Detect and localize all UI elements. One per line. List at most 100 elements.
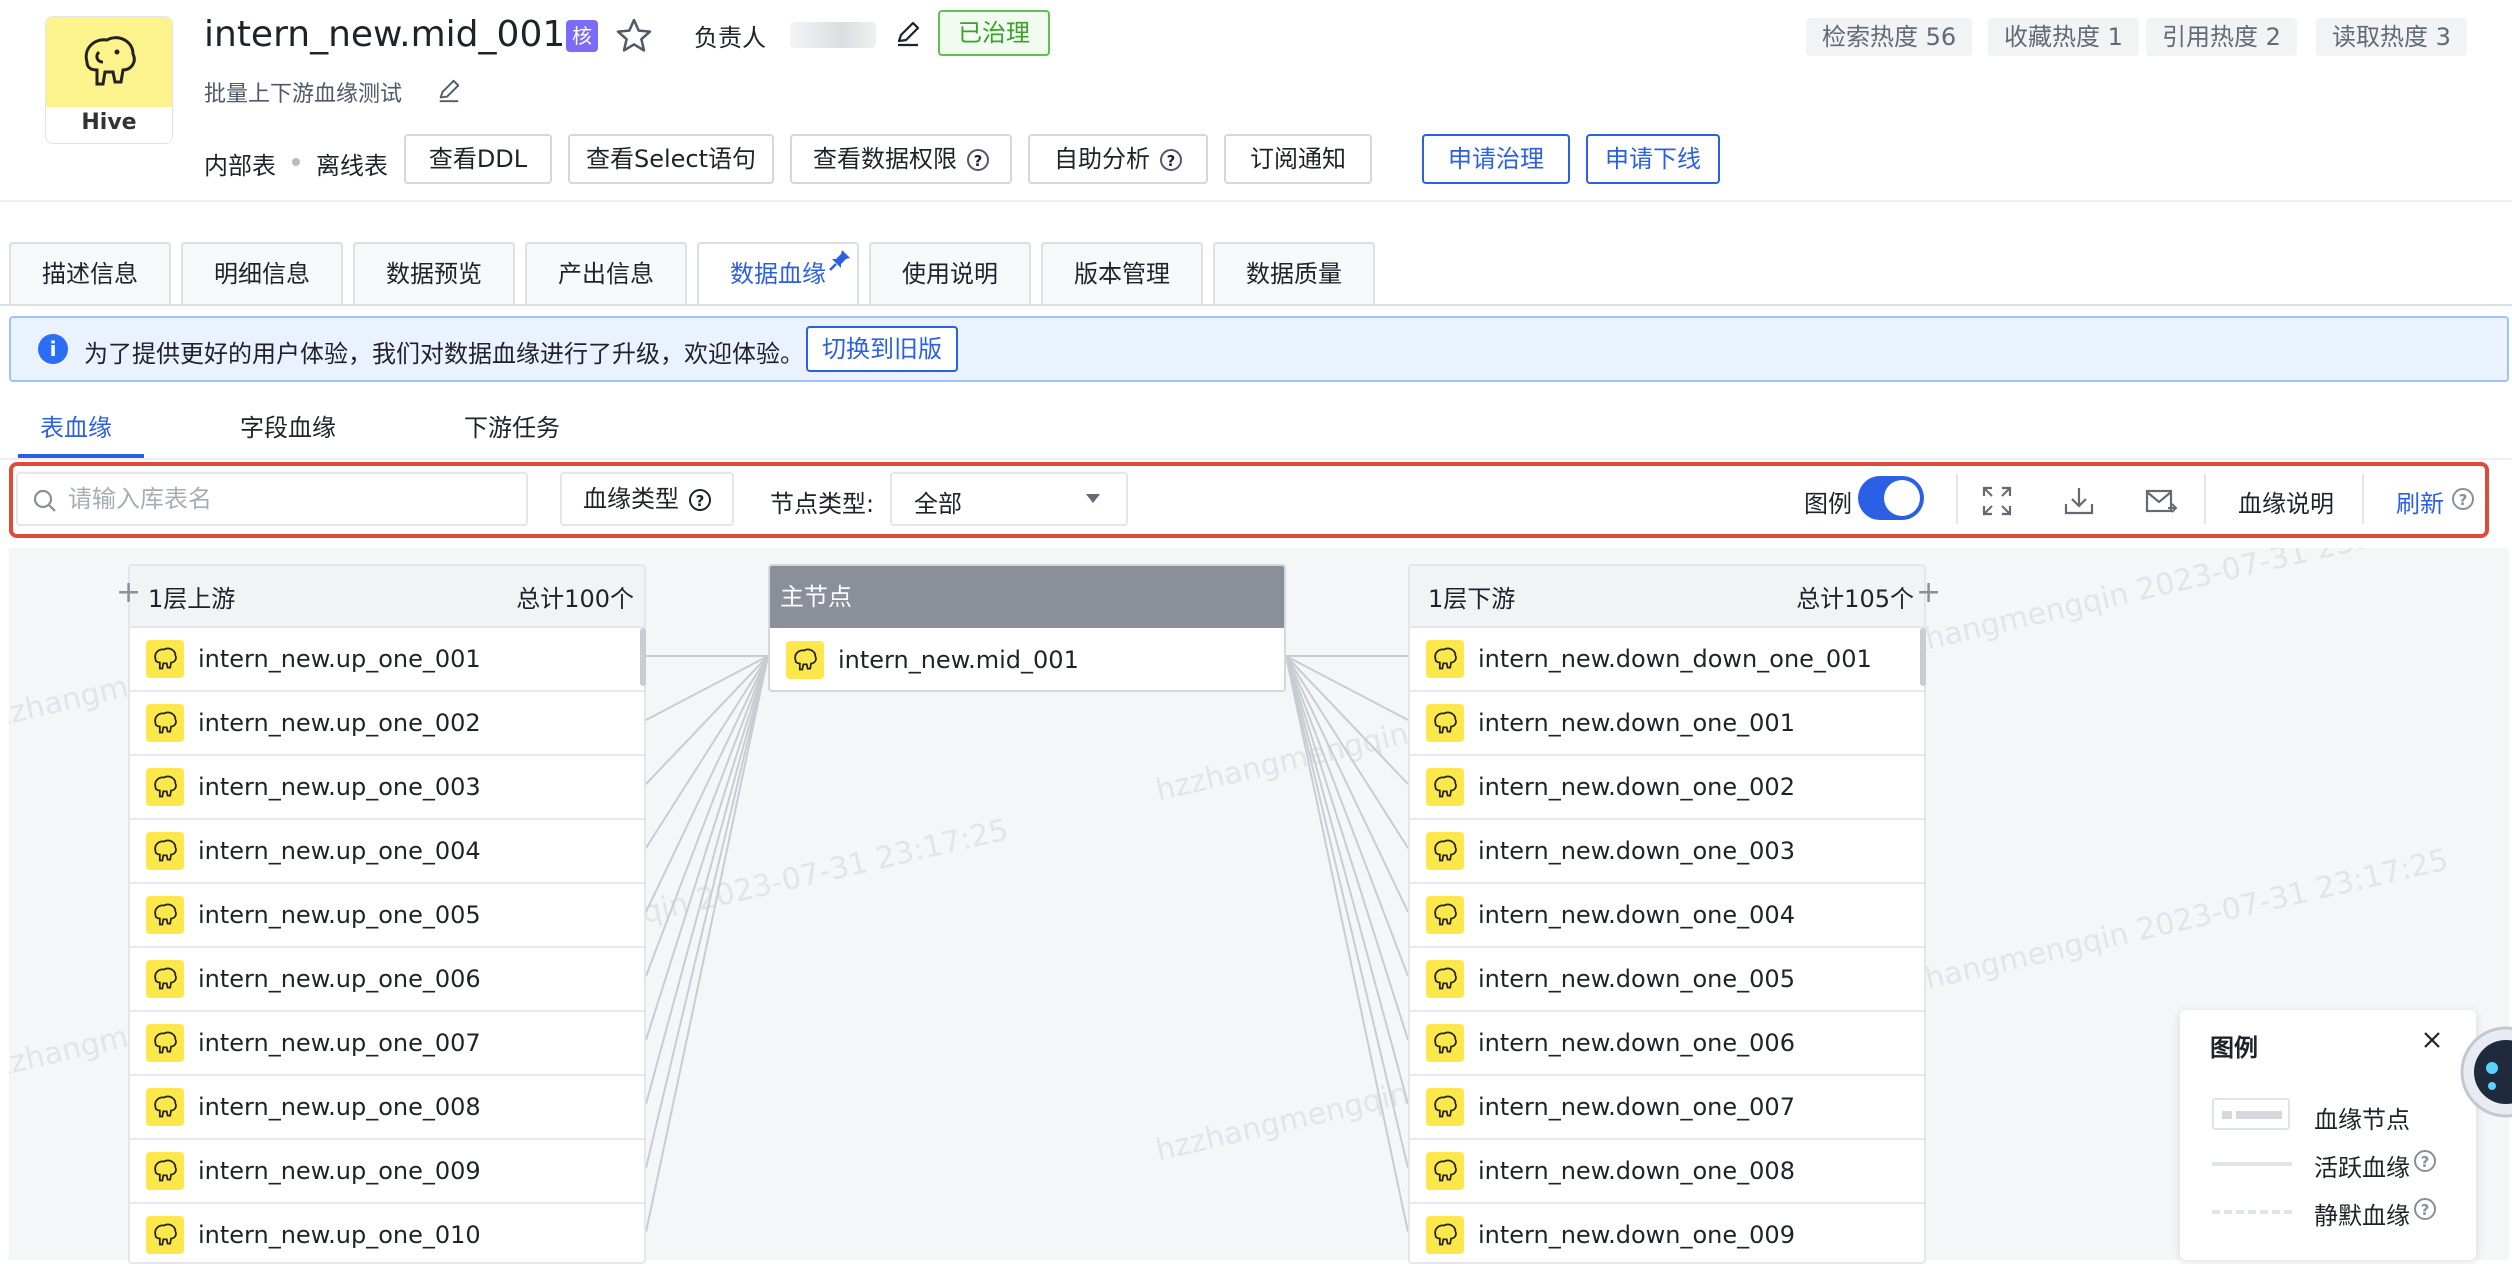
downstream-node-row[interactable]: intern_new.down_one_008 — [1410, 1140, 1924, 1204]
edit-description-icon[interactable] — [436, 78, 462, 104]
toolbar-separator — [2362, 474, 2364, 524]
subtab-downstream-tasks[interactable]: 下游任务 — [464, 408, 560, 443]
legend-title: 图例 — [2210, 1034, 2258, 1062]
help-icon: ? — [2414, 1198, 2436, 1220]
downstream-node-row[interactable]: intern_new.down_one_001 — [1410, 692, 1924, 756]
lineage-type-button[interactable]: 血缘类型? — [560, 472, 734, 526]
logo-label: Hive — [81, 110, 137, 135]
notice-text: 为了提供更好的用户体验，我们对数据血缘进行了升级，欢迎体验。 — [84, 340, 804, 368]
edit-owner-icon[interactable] — [894, 20, 922, 48]
tab-details[interactable]: 明细信息 — [181, 242, 343, 304]
downstream-node-row[interactable]: intern_new.down_one_005 — [1410, 948, 1924, 1012]
main-node-row[interactable]: intern_new.mid_001 — [770, 628, 1284, 690]
upstream-node-row[interactable]: intern_new.up_one_005 — [130, 884, 644, 948]
fullscreen-icon[interactable] — [1980, 484, 2014, 518]
downstream-node-row[interactable]: intern_new.down_one_004 — [1410, 884, 1924, 948]
downstream-node-row[interactable]: intern_new.down_one_002 — [1410, 756, 1924, 820]
downstream-total: 总计105个 — [1796, 584, 1914, 613]
upstream-node-row[interactable]: intern_new.up_one_007 — [130, 1012, 644, 1076]
help-icon: ? — [1160, 149, 1182, 171]
downstream-edge — [1285, 655, 1409, 1233]
table-description: 批量上下游血缘测试 — [204, 82, 403, 107]
upstream-title: 1层上游 — [148, 584, 236, 613]
upstream-node-name: intern_new.up_one_005 — [198, 901, 481, 929]
page-title: intern_new.mid_001 — [204, 14, 566, 55]
downstream-node-row[interactable]: intern_new.down_one_003 — [1410, 820, 1924, 884]
upstream-scrollbar[interactable] — [640, 628, 646, 686]
upstream-node-row[interactable]: intern_new.up_one_008 — [130, 1076, 644, 1140]
tab-description[interactable]: 描述信息 — [9, 242, 171, 304]
tab-quality[interactable]: 数据质量 — [1213, 242, 1375, 304]
downstream-node-name: intern_new.down_one_006 — [1478, 1029, 1795, 1057]
subscribe-button[interactable]: 订阅通知 — [1224, 134, 1372, 184]
chevron-down-icon — [1086, 494, 1100, 503]
download-icon[interactable] — [2062, 484, 2096, 518]
expand-downstream-icon[interactable]: + — [1916, 578, 1941, 608]
downstream-node-name: intern_new.down_down_one_001 — [1478, 645, 1872, 673]
legend-toggle[interactable] — [1858, 476, 1924, 520]
hive-icon — [1426, 1024, 1464, 1062]
assistant-robot-icon[interactable] — [2452, 1016, 2512, 1136]
switch-old-version-button[interactable]: 切换到旧版 — [806, 326, 958, 372]
node-type-value: 全部 — [914, 490, 962, 518]
upstream-edge — [645, 655, 769, 849]
downstream-node-row[interactable]: intern_new.down_one_009 — [1410, 1204, 1924, 1262]
upstream-node-row[interactable]: intern_new.up_one_006 — [130, 948, 644, 1012]
hive-icon — [146, 1152, 184, 1190]
apply-offline-button[interactable]: 申请下线 — [1586, 134, 1720, 184]
subtab-field-lineage[interactable]: 字段血缘 — [240, 408, 336, 443]
hive-icon — [146, 704, 184, 742]
downstream-edge — [1285, 655, 1409, 1041]
upstream-panel: 1层上游 总计100个 intern_new.up_one_001 intern_… — [128, 564, 646, 1264]
star-icon[interactable] — [614, 16, 654, 56]
refresh-button[interactable]: 刷新 — [2396, 484, 2444, 519]
view-select-button[interactable]: 查看Select语句 — [568, 134, 774, 184]
subtab-table-lineage[interactable]: 表血缘 — [40, 408, 112, 443]
pin-icon[interactable] — [828, 248, 852, 272]
downstream-node-row[interactable]: intern_new.down_down_one_001 — [1410, 628, 1924, 692]
upstream-node-name: intern_new.up_one_007 — [198, 1029, 481, 1057]
downstream-node-row[interactable]: intern_new.down_one_006 — [1410, 1012, 1924, 1076]
view-permission-button[interactable]: 查看数据权限? — [790, 134, 1012, 184]
tabs-baseline — [0, 304, 2512, 306]
hive-icon — [1426, 960, 1464, 998]
upstream-node-row[interactable]: intern_new.up_one_009 — [130, 1140, 644, 1204]
downstream-scrollbar[interactable] — [1920, 628, 1926, 686]
view-ddl-button[interactable]: 查看DDL — [404, 134, 552, 184]
tab-preview[interactable]: 数据预览 — [353, 242, 515, 304]
tab-version[interactable]: 版本管理 — [1041, 242, 1203, 304]
governed-badge: 已治理 — [938, 10, 1050, 56]
downstream-node-row[interactable]: intern_new.down_one_007 — [1410, 1076, 1924, 1140]
lineage-type-label: 血缘类型 — [583, 485, 679, 513]
main-node-panel: 主节点 intern_new.mid_001 — [768, 564, 1286, 692]
mail-share-icon[interactable] — [2144, 484, 2178, 518]
toolbar-separator — [2204, 474, 2206, 524]
upstream-edge — [645, 655, 769, 913]
upstream-node-row[interactable]: intern_new.up_one_010 — [130, 1204, 644, 1262]
downstream-node-name: intern_new.down_one_001 — [1478, 709, 1795, 737]
view-permission-label: 查看数据权限 — [813, 145, 957, 173]
upstream-node-row[interactable]: intern_new.up_one_004 — [130, 820, 644, 884]
close-icon[interactable] — [2420, 1028, 2444, 1052]
downstream-node-name: intern_new.down_one_004 — [1478, 901, 1795, 929]
upstream-node-row[interactable]: intern_new.up_one_002 — [130, 692, 644, 756]
tab-usage[interactable]: 使用说明 — [869, 242, 1031, 304]
tab-output[interactable]: 产出信息 — [525, 242, 687, 304]
help-icon: ? — [967, 149, 989, 171]
owner-avatar-blurred — [790, 22, 876, 48]
self-analysis-button[interactable]: 自助分析? — [1028, 134, 1208, 184]
upstream-node-row[interactable]: intern_new.up_one_001 — [130, 628, 644, 692]
upstream-node-name: intern_new.up_one_008 — [198, 1093, 481, 1121]
search-input[interactable] — [66, 476, 516, 522]
lineage-description-button[interactable]: 血缘说明 — [2238, 484, 2334, 519]
upstream-edge — [645, 655, 769, 977]
hive-icon — [146, 896, 184, 934]
hive-icon — [1426, 704, 1464, 742]
downstream-header: 1层下游 总计105个 — [1410, 566, 1924, 628]
apply-governance-button[interactable]: 申请治理 — [1422, 134, 1570, 184]
help-icon: ? — [689, 489, 711, 511]
search-heat-badge: 检索热度 56 — [1806, 18, 1973, 56]
expand-upstream-icon[interactable]: + — [116, 578, 141, 608]
upstream-node-row[interactable]: intern_new.up_one_003 — [130, 756, 644, 820]
main-node-header: 主节点 — [770, 566, 1284, 628]
